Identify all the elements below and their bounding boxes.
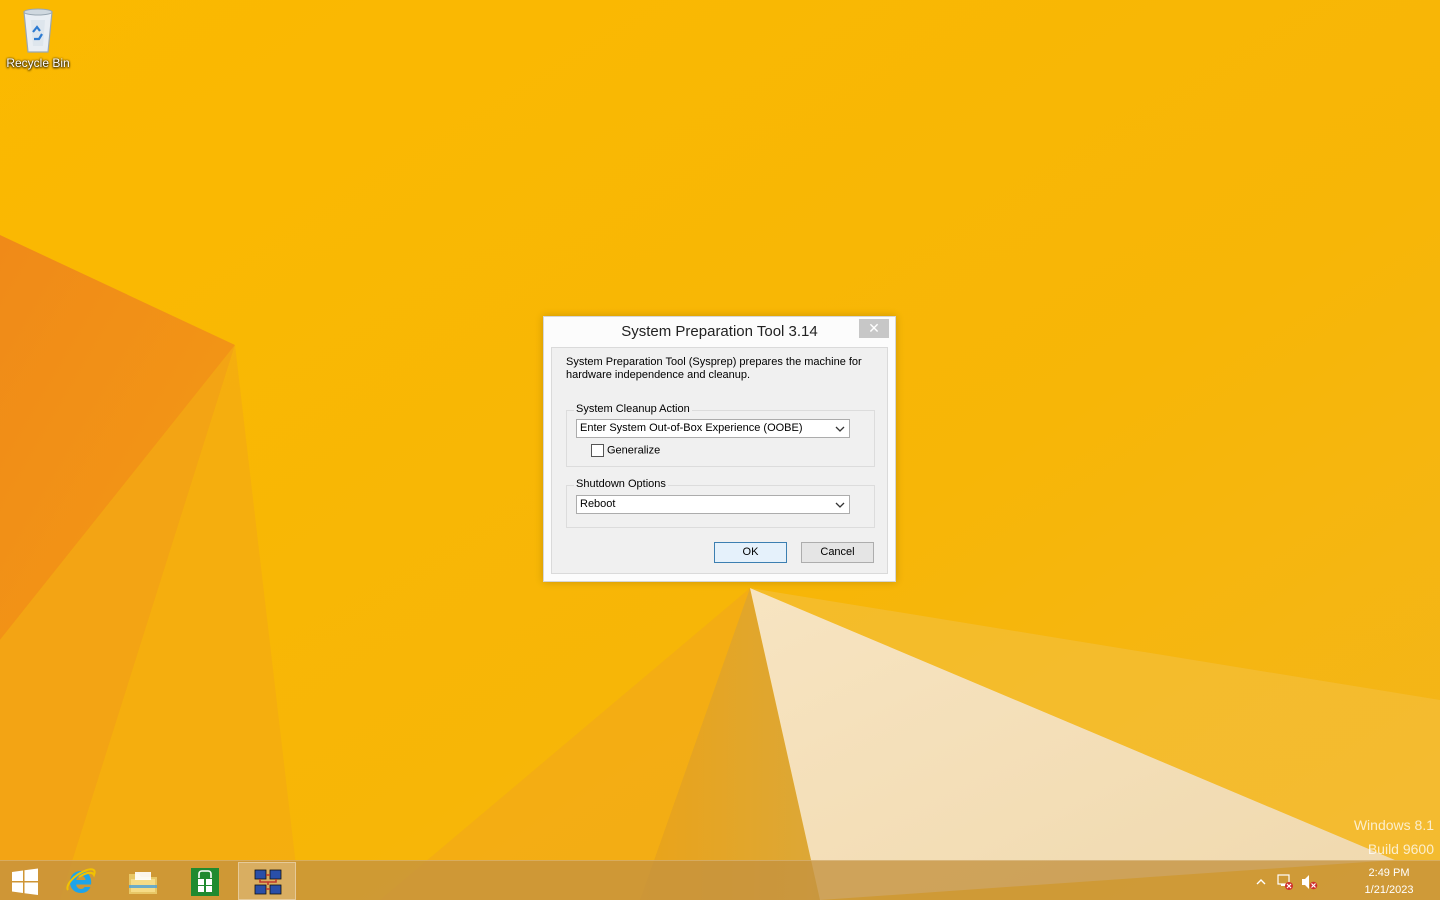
folder-icon [129,872,157,894]
close-icon: ✕ [868,320,880,336]
chevron-up-icon[interactable] [1255,877,1267,887]
speaker-muted-icon[interactable] [1300,873,1318,891]
recycle-bin-label: Recycle Bin [6,56,70,70]
close-button[interactable]: ✕ [859,319,889,338]
clock-time: 2:49 PM [1368,867,1410,879]
windows-version-watermark: Windows 8.1 [1353,817,1434,833]
ok-button[interactable]: OK [714,542,787,563]
cleanup-action-dropdown[interactable]: Enter System Out-of-Box Experience (OOBE… [576,419,850,438]
taskbar-sysprep[interactable] [238,862,296,900]
taskbar-internet-explorer[interactable] [52,862,110,900]
dialog-client-area: System Preparation Tool (Sysprep) prepar… [551,347,888,574]
shutdown-options-group: Shutdown Options Reboot [566,478,875,528]
sysprep-icon [254,869,282,895]
shutdown-options-value: Reboot [580,498,616,510]
store-icon [191,868,219,896]
internet-explorer-icon [66,868,96,893]
cleanup-action-label: System Cleanup Action [574,403,692,415]
taskbar-file-explorer[interactable] [114,862,172,900]
taskbar: 2:49 PM 1/21/2023 [0,860,1440,900]
generalize-checkbox[interactable] [591,444,604,457]
cancel-button[interactable]: Cancel [801,542,874,563]
shutdown-options-label: Shutdown Options [574,478,668,490]
dialog-description: System Preparation Tool (Sysprep) prepar… [566,356,862,381]
chevron-down-icon [835,502,845,508]
dialog-titlebar[interactable]: System Preparation Tool 3.14 ✕ [544,317,895,347]
cleanup-action-group: System Cleanup Action Enter System Out-o… [566,403,875,467]
cleanup-action-value: Enter System Out-of-Box Experience (OOBE… [580,422,803,434]
taskbar-store[interactable] [176,862,234,900]
windows-logo-icon [12,868,38,895]
desktop-icon-recycle-bin[interactable]: Recycle Bin [4,6,72,76]
build-number-watermark: Build 9600 [1367,841,1434,857]
shutdown-options-dropdown[interactable]: Reboot [576,495,850,514]
generalize-label: Generalize [607,444,661,457]
chevron-down-icon [835,426,845,432]
generalize-checkbox-row[interactable]: Generalize [591,444,660,458]
start-button[interactable] [0,862,58,900]
recycle-bin-icon [23,8,53,53]
network-disconnected-icon[interactable] [1276,873,1294,891]
clock-date: 1/21/2023 [1364,884,1414,896]
dialog-title: System Preparation Tool 3.14 [621,323,818,340]
sysprep-dialog: System Preparation Tool 3.14 ✕ System Pr… [543,316,896,582]
taskbar-clock[interactable]: 2:49 PM 1/21/2023 [1354,865,1424,899]
